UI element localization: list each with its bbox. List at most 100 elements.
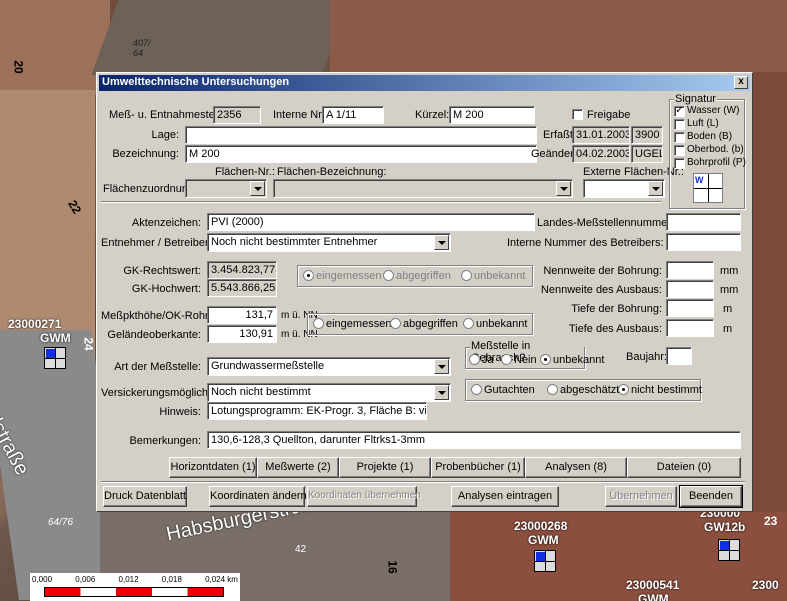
- height-radio-abgegriffen[interactable]: abgegriffen: [390, 318, 458, 330]
- divider: [101, 201, 661, 203]
- parcel-label: 64/76: [48, 517, 74, 528]
- entnehmer-select[interactable]: Noch nicht bestimmter Entnehmer: [207, 233, 451, 252]
- title-bar[interactable]: Umwelttechnische Untersuchungen x: [99, 75, 750, 91]
- rechtswert-label: GK-Rechtswert:: [123, 265, 201, 277]
- analysen-eintragen-button[interactable]: Analysen eintragen: [451, 486, 559, 507]
- radio-abgeschaetzt[interactable]: abgeschätzt: [547, 384, 619, 396]
- house-number: 20: [11, 60, 26, 74]
- close-button[interactable]: x: [734, 76, 748, 89]
- erfasst-user-field: 3900: [631, 126, 663, 144]
- boden-checkbox[interactable]: [674, 132, 685, 143]
- aktenzeichen-input[interactable]: PVI (2000): [207, 213, 535, 231]
- bemerkungen-input[interactable]: 130,6-128,3 Quellton, darunter Fltrks1-3…: [207, 431, 741, 449]
- aktenzeichen-label: Aktenzeichen:: [131, 217, 201, 229]
- beenden-button[interactable]: Beenden: [679, 485, 743, 508]
- hinweis-label: Hinweis:: [159, 406, 201, 418]
- unit-mm: mm: [720, 284, 739, 296]
- scale-tick: 0,000: [32, 575, 53, 584]
- radio-gutachten[interactable]: Gutachten: [471, 384, 535, 396]
- versicherung-select[interactable]: Noch nicht bestimmt: [207, 383, 451, 402]
- externe-flaechen-select[interactable]: [583, 179, 665, 198]
- interne-nr-input[interactable]: A 1/11: [322, 106, 384, 124]
- unit-m: m: [723, 323, 733, 335]
- chevron-down-icon[interactable]: [434, 385, 449, 400]
- coord-radio-abgegriffen[interactable]: abgegriffen: [383, 270, 451, 282]
- tab-messwerte[interactable]: Meßwerte (2): [257, 457, 339, 478]
- well-marker[interactable]: [44, 347, 66, 369]
- bezeichnung-input[interactable]: M 200: [185, 145, 537, 163]
- baujahr-label: Baujahr:: [626, 351, 667, 363]
- height-radio-eingemessen[interactable]: eingemessen: [313, 318, 391, 330]
- chevron-down-icon[interactable]: [434, 359, 449, 374]
- landes-input[interactable]: [666, 213, 741, 231]
- parcel-label: 407/ 64: [133, 38, 151, 58]
- tab-probenbuecher[interactable]: Probenbücher (1): [431, 457, 525, 478]
- gelaende-input[interactable]: 130,91: [207, 325, 277, 343]
- baujahr-input[interactable]: [666, 347, 692, 365]
- gebrauch-radio-ja[interactable]: Ja: [469, 354, 494, 366]
- wasser-label: Wasser (W): [687, 105, 740, 116]
- unit-m: m: [723, 303, 733, 315]
- chevron-down-icon[interactable]: [434, 235, 449, 250]
- gebrauch-radio-unbekannt[interactable]: unbekannt: [540, 354, 604, 366]
- well-id-label: 23000271: [8, 317, 62, 331]
- tiefe-ausbau-input[interactable]: [666, 319, 714, 337]
- well-type-label: GWM: [638, 592, 669, 601]
- bohrprofil-checkbox[interactable]: [674, 158, 685, 169]
- well-type-label: GWM: [40, 331, 71, 345]
- luft-checkbox[interactable]: [674, 119, 685, 130]
- nennweite-ausbau-input[interactable]: [666, 280, 714, 298]
- house-number: 23: [764, 514, 778, 528]
- height-radio-unbekannt[interactable]: unbekannt: [463, 318, 527, 330]
- chevron-down-icon[interactable]: [648, 181, 663, 196]
- chevron-down-icon[interactable]: [556, 181, 571, 196]
- messpunkt-input[interactable]: 131,7: [207, 306, 277, 324]
- coord-radio-eingemessen[interactable]: eingemessen: [303, 270, 381, 282]
- koordinaten-aendern-button[interactable]: Koordinaten ändern: [209, 486, 307, 507]
- uebernehmen-button[interactable]: Übernehmen: [605, 486, 677, 507]
- gebrauch-radio-nein[interactable]: Nein: [501, 354, 537, 366]
- geaendert-user-field: UGEL: [631, 145, 663, 163]
- kuerzel-input[interactable]: M 200: [449, 106, 535, 124]
- freigabe-checkbox[interactable]: [572, 109, 583, 120]
- flaechen-nr-label: Flächen-Nr.:: [215, 166, 275, 178]
- house-number: 16: [385, 560, 400, 574]
- chevron-down-icon[interactable]: [250, 181, 265, 196]
- wasser-checkbox[interactable]: ✓: [674, 106, 685, 117]
- druck-datenblatt-button[interactable]: Druck Datenblatt: [103, 486, 187, 507]
- nennweite-bohrung-input[interactable]: [666, 261, 714, 279]
- kuerzel-label: Kürzel:: [415, 109, 450, 121]
- hinweis-input[interactable]: Lotungsprogramm: EK-Progr. 3, Fläche B: …: [207, 402, 427, 420]
- lage-input[interactable]: [185, 126, 537, 144]
- entnahmestelle-label: Meß- u. Entnahmestelle:: [109, 109, 229, 121]
- tab-projekte[interactable]: Projekte (1): [339, 457, 431, 478]
- flaechen-bez-label: Flächen-Bezeichnung:: [277, 166, 387, 178]
- art-select[interactable]: Grundwassermeßstelle: [207, 357, 451, 376]
- tab-analysen[interactable]: Analysen (8): [525, 457, 627, 478]
- oberboden-checkbox[interactable]: [674, 145, 685, 156]
- bemerkungen-label: Bemerkungen:: [129, 435, 201, 447]
- scale-tick: 0,006: [75, 575, 96, 584]
- rechtswert-field: 3.454.823,778: [207, 261, 277, 279]
- flaechen-nr-select[interactable]: [185, 179, 267, 198]
- tab-dateien[interactable]: Dateien (0): [627, 457, 741, 478]
- well-marker[interactable]: [534, 550, 556, 572]
- interne-nr-label: Interne Nr:: [273, 109, 325, 121]
- tiefe-bohrung-input[interactable]: [666, 299, 714, 317]
- tiefe-ausbau-label: Tiefe des Ausbaus:: [568, 323, 662, 335]
- building-block: [330, 0, 787, 72]
- flaechen-bez-select[interactable]: [273, 179, 573, 198]
- interne-betreiber-input[interactable]: [666, 233, 741, 251]
- well-id-label: 23000268: [514, 519, 568, 533]
- tab-horizontdaten[interactable]: Horizontdaten (1): [169, 457, 257, 478]
- well-type-label: GW12b: [704, 520, 746, 534]
- luft-label: Luft (L): [687, 118, 719, 129]
- well-marker[interactable]: [718, 539, 740, 561]
- dialog-window: Umwelttechnische Untersuchungen x Meß- u…: [96, 72, 753, 512]
- radio-nicht-bestimmt[interactable]: nicht bestimmt: [618, 384, 702, 396]
- koordinaten-uebernehmen-button[interactable]: Koordinaten übernehmen: [307, 486, 421, 507]
- signatur-caption: Signatur: [674, 93, 717, 105]
- building-block: [753, 72, 787, 512]
- house-number: 42: [295, 544, 307, 555]
- coord-radio-unbekannt[interactable]: unbekannt: [461, 270, 525, 282]
